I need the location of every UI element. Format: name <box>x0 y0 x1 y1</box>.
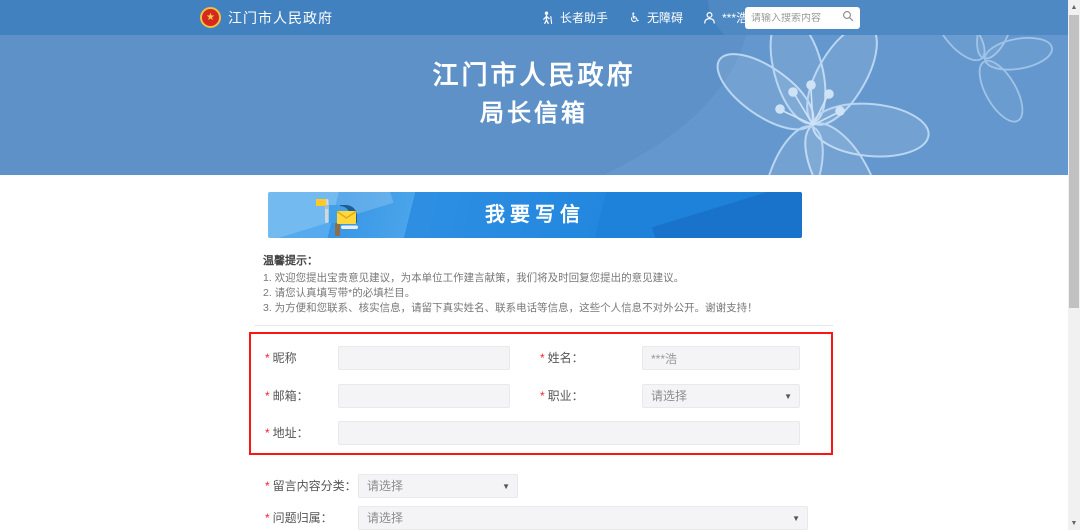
occupation-select[interactable]: 请选择 ▼ <box>642 384 800 408</box>
nav-user-account[interactable]: ***浩 <box>703 9 748 26</box>
required-mark: * <box>265 479 270 493</box>
email-label: *邮箱： <box>265 384 309 408</box>
write-letter-section-banner: 我要写信 <box>268 192 802 238</box>
address-label: *地址： <box>265 421 309 445</box>
nav-accessibility-label: 无障碍 <box>647 9 683 26</box>
mailbox-icon <box>310 195 366 237</box>
required-mark: * <box>265 426 270 440</box>
elder-assistant-icon <box>541 11 555 25</box>
search-icon[interactable] <box>842 9 854 27</box>
national-emblem-icon: ★ <box>200 7 221 28</box>
belong-label: *问题归属： <box>265 506 333 530</box>
top-header-bar: ★ 江门市人民政府 长者助手 ♿ 无障碍 ***浩 <box>0 0 1068 35</box>
nav-accessibility[interactable]: ♿ 无障碍 <box>628 9 683 26</box>
dropdown-arrow-icon: ▼ <box>784 385 792 409</box>
belong-select[interactable]: 请选择 ▼ <box>358 506 808 530</box>
address-input[interactable] <box>338 421 800 445</box>
occupation-select-value: 请选择 <box>651 389 687 403</box>
site-name: 江门市人民政府 <box>228 8 333 28</box>
hero-banner: 江门市人民政府 局长信箱 <box>0 35 1068 175</box>
dropdown-arrow-icon: ▼ <box>502 475 510 499</box>
tips-line-1: 1. 欢迎您提出宝贵意见建议，为本单位工作建言献策，我们将及时回复您提出的意见建… <box>263 271 829 286</box>
vertical-scrollbar: ▲ ▼ <box>1068 0 1080 530</box>
scrollbar-up-arrow-icon[interactable]: ▲ <box>1068 0 1080 14</box>
search-box <box>745 7 860 29</box>
tips-block: 温馨提示： 1. 欢迎您提出宝贵意见建议，为本单位工作建言献策，我们将及时回复您… <box>263 254 829 316</box>
required-mark: * <box>265 389 270 403</box>
page: ★ 江门市人民政府 长者助手 ♿ 无障碍 ***浩 <box>0 0 1080 530</box>
required-mark: * <box>540 389 545 403</box>
site-logo[interactable]: ★ 江门市人民政府 <box>200 0 333 35</box>
emblem-star-glyph: ★ <box>206 13 215 23</box>
scrollbar-down-arrow-icon[interactable]: ▼ <box>1068 516 1080 530</box>
occupation-label: *职业： <box>540 384 584 408</box>
tips-line-2: 2. 请您认真填写带*的必填栏目。 <box>263 286 829 301</box>
email-input[interactable] <box>338 384 510 408</box>
divider-line <box>255 325 833 326</box>
nav-elder-assistant-label: 长者助手 <box>560 9 608 26</box>
category-select-value: 请选择 <box>367 479 403 493</box>
accessibility-icon: ♿ <box>628 11 642 25</box>
belong-select-value: 请选择 <box>367 511 403 525</box>
category-select[interactable]: 请选择 ▼ <box>358 474 518 498</box>
dropdown-arrow-icon: ▼ <box>792 507 800 530</box>
name-label: *姓名： <box>540 346 584 370</box>
tips-heading: 温馨提示： <box>263 254 829 269</box>
banner-title: 江门市人民政府 局长信箱 <box>0 55 1068 133</box>
required-mark: * <box>265 511 270 525</box>
banner-title-line1: 江门市人民政府 <box>0 55 1068 95</box>
top-navigation: 长者助手 ♿ 无障碍 ***浩 <box>541 0 748 35</box>
nickname-label: *昵称 <box>265 346 297 370</box>
nickname-input[interactable] <box>338 346 510 370</box>
nav-elder-assistant[interactable]: 长者助手 <box>541 9 608 26</box>
scrollbar-thumb[interactable] <box>1069 15 1079 308</box>
tips-line-3: 3. 为方便和您联系、核实信息，请留下真实姓名、联系电话等信息，这些个人信息不对… <box>263 301 829 316</box>
search-input[interactable] <box>751 13 842 24</box>
banner-title-line2: 局长信箱 <box>0 95 1068 133</box>
category-label: *留言内容分类： <box>265 474 357 498</box>
name-input[interactable] <box>642 346 800 370</box>
user-icon <box>703 11 717 25</box>
required-mark: * <box>540 351 545 365</box>
required-mark: * <box>265 351 270 365</box>
